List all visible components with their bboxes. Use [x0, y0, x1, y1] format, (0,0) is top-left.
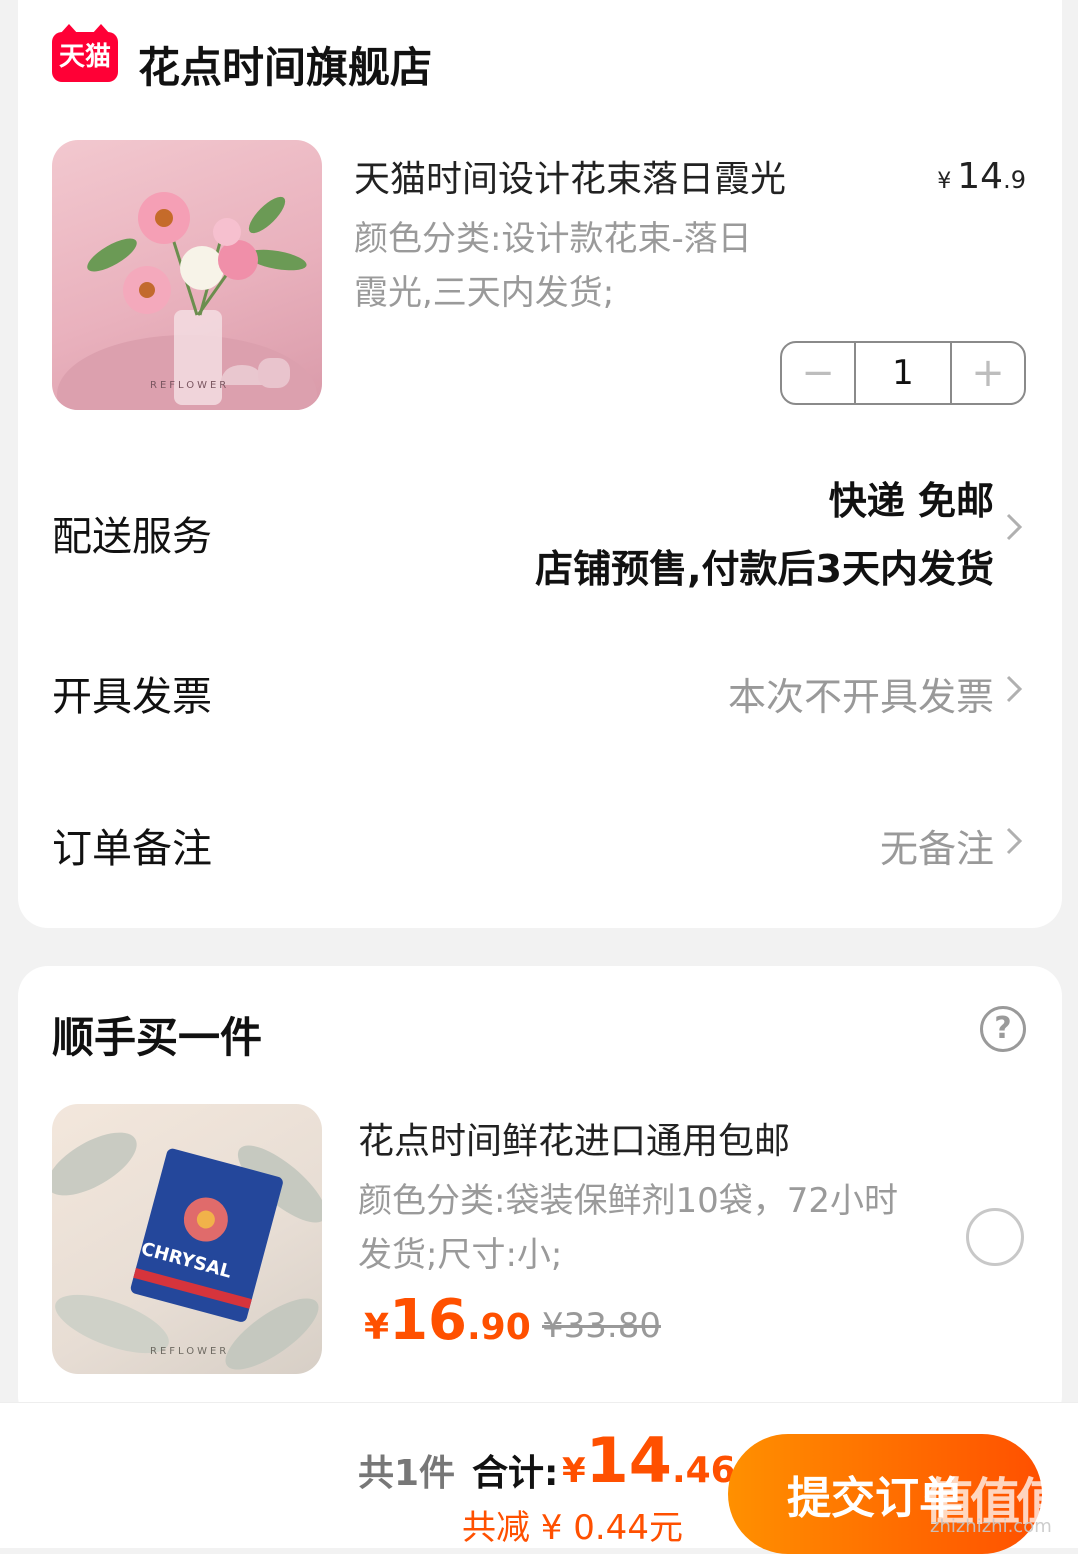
currency-symbol: ¥ [937, 169, 952, 194]
delivery-note[interactable]: 店铺预售,付款后3天内发货 [535, 538, 994, 593]
watermark-url: zhizhizhi.com [930, 1516, 1052, 1537]
total-int: 14 [585, 1424, 672, 1497]
total-price: ¥14.46 [562, 1424, 736, 1497]
radio-unchecked-icon[interactable] [966, 1208, 1024, 1266]
total-label: 合计: [472, 1453, 559, 1494]
invoice-label: 开具发票 [52, 674, 212, 720]
invoice-value[interactable]: 本次不开具发票 [728, 666, 994, 721]
store-name[interactable]: 花点时间旗舰店 [138, 34, 432, 95]
image-caption: REFLOWER [150, 1346, 230, 1357]
chevron-right-icon[interactable] [1002, 826, 1028, 855]
decrease-button[interactable]: − [782, 343, 854, 403]
addon-title[interactable]: 花点时间鲜花进口通用包邮 [358, 1112, 790, 1164]
note-label: 订单备注 [52, 826, 212, 872]
product-price: ¥14.9 [937, 156, 1026, 197]
currency-symbol: ¥ [562, 1451, 586, 1491]
image-caption: REFLOWER [150, 380, 230, 391]
delivery-label: 配送服务 [52, 514, 212, 560]
addon-product-image[interactable]: CHRYSAL REFLOWER [52, 1104, 322, 1374]
tmall-logo-icon: 天猫 [52, 24, 118, 82]
addon-sku[interactable]: 颜色分类:袋装保鲜剂10袋，72小时发货;尺寸:小; [358, 1174, 928, 1282]
product-sku[interactable]: 颜色分类:设计款花束-落日霞光,三天内发货; [354, 212, 754, 320]
chevron-right-icon[interactable] [1002, 674, 1028, 703]
flower-bouquet-illustration [57, 192, 317, 410]
currency-symbol: ¥ [364, 1307, 390, 1348]
delivery-method[interactable]: 快递 免邮 [829, 470, 994, 525]
price-int: 14 [957, 156, 1004, 197]
saving-text: 共减 ¥ 0.44元 [462, 1508, 683, 1548]
addon-price: ¥16.90 [364, 1288, 531, 1353]
preservative-packet-illustration [52, 1132, 322, 1370]
item-count: 共1件 [358, 1453, 456, 1494]
increase-button[interactable]: + [952, 343, 1024, 403]
product-image[interactable]: REFLOWER [52, 140, 322, 410]
price-dec: .90 [467, 1307, 531, 1348]
quantity-input[interactable]: 1 [854, 343, 952, 403]
chevron-right-icon[interactable] [1002, 512, 1028, 541]
price-int: 16 [389, 1288, 467, 1353]
note-value[interactable]: 无备注 [880, 818, 994, 873]
total-dec: .46 [671, 1450, 736, 1491]
product-title[interactable]: 天猫时间设计花束落日霞光 [354, 150, 786, 202]
quantity-stepper: − 1 + [780, 341, 1026, 405]
help-circle-icon[interactable]: ? [980, 1006, 1026, 1052]
price-dec: .9 [1003, 166, 1026, 194]
addon-section-title: 顺手买一件 [52, 1013, 263, 1062]
addon-original-price: ¥33.80 [542, 1306, 661, 1346]
